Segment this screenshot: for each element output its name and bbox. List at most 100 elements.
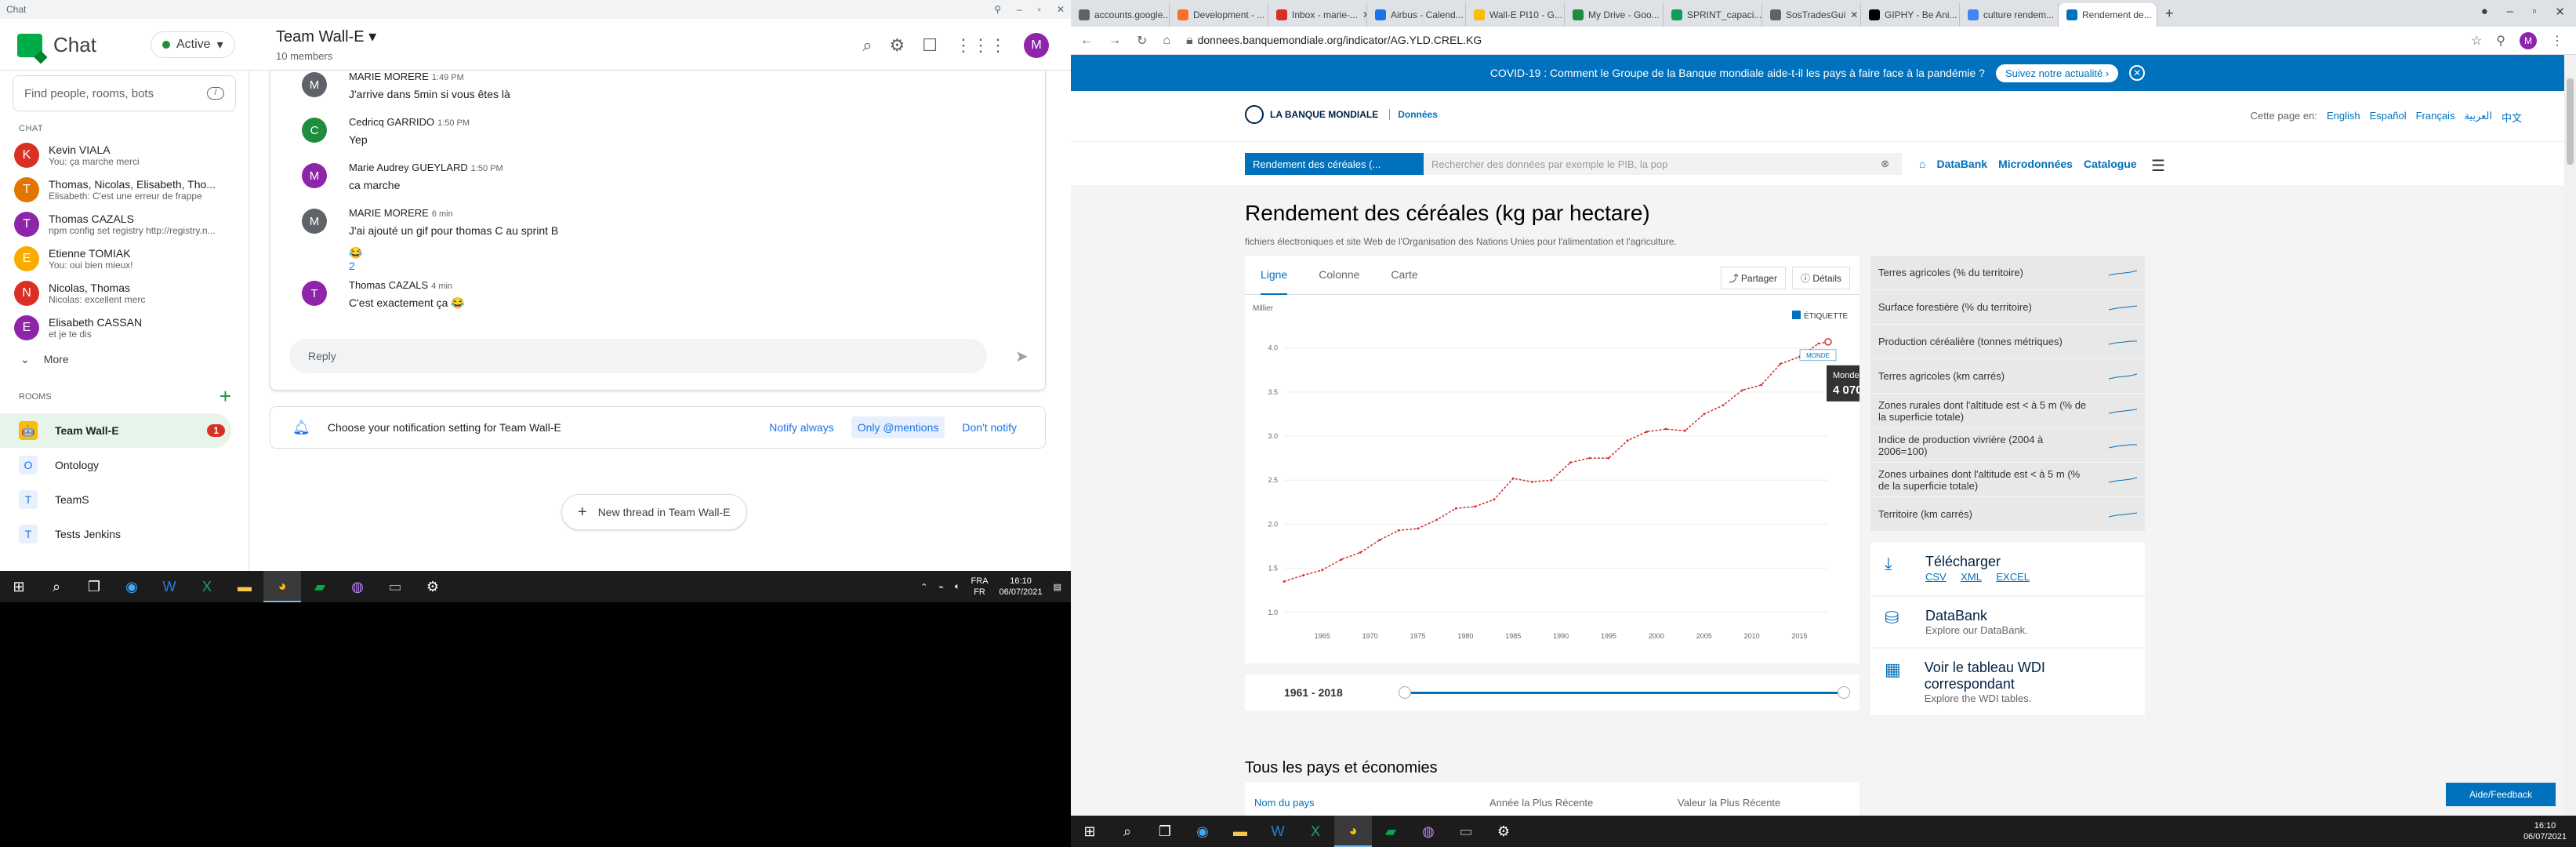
clock-right[interactable]: 16:10 06/07/2021	[2523, 820, 2567, 842]
share-button[interactable]: ⤴ Partager	[1720, 267, 1786, 289]
notification-center-icon[interactable]: ▤	[1054, 582, 1061, 592]
lang-chinese[interactable]: 中文	[2502, 110, 2522, 125]
scrollbar[interactable]	[2564, 55, 2576, 816]
tab-carte[interactable]: Carte	[1391, 268, 1417, 294]
browser-tab[interactable]: SPRINT_capaci...✕	[1664, 3, 1762, 27]
indicator-selector[interactable]: Rendement des céréales (...	[1245, 153, 1424, 175]
col-country[interactable]: Nom du pays	[1254, 797, 1435, 809]
related-indicator[interactable]: Territoire (km carrés)	[1870, 497, 2145, 532]
chat-app-icon[interactable]: ▰	[1372, 816, 1410, 847]
reload-icon[interactable]: ↻	[1137, 33, 1147, 49]
chrome-icon[interactable]: ◕	[1334, 816, 1372, 847]
add-room-icon[interactable]: +	[220, 384, 231, 409]
task-view-icon[interactable]: ❐	[75, 571, 113, 602]
gear-icon[interactable]: ⚙	[890, 35, 905, 56]
browser-tab[interactable]: culture rendem...✕	[1960, 3, 2059, 27]
covid-cta-button[interactable]: Suivez notre actualité ›	[1995, 64, 2119, 82]
extension-icon[interactable]: ⚲	[994, 4, 1001, 15]
browser-tab[interactable]: Development - ...✕	[1170, 3, 1268, 27]
browser-tab[interactable]: Airbus - Calend...✕	[1367, 3, 1466, 27]
dm-item[interactable]: E Etienne TOMIAK You: oui bien mieux!	[0, 242, 249, 276]
related-indicator[interactable]: Terres agricoles (% du territoire)	[1870, 256, 2145, 290]
file-explorer-icon[interactable]: ▬	[1221, 816, 1259, 847]
cereal-yield-chart[interactable]: Millier 1.0 1.5 2.0 2.5 3.0 3.5 4.0 1965 1970 1975…	[1245, 295, 1859, 663]
app-icon[interactable]: ▭	[1447, 816, 1485, 847]
details-button[interactable]: ⓘ Détails	[1791, 267, 1850, 289]
forward-icon[interactable]: →	[1108, 34, 1121, 48]
home-icon[interactable]: ⌂	[1919, 158, 1925, 170]
close-icon[interactable]: ✕	[1057, 4, 1065, 15]
wb-logo[interactable]: LA BANQUE MONDIALE Données	[1245, 105, 1438, 124]
browser-avatar[interactable]: M	[2520, 31, 2537, 49]
related-indicator[interactable]: Production céréalière (tonnes métriques)	[1870, 325, 2145, 359]
feedback-icon[interactable]: ☐	[922, 35, 938, 56]
nav-microdonnees[interactable]: Microdonnées	[1998, 158, 2073, 170]
lang-arabic[interactable]: العربية	[2464, 110, 2492, 125]
close-icon[interactable]: ✕	[2555, 5, 2565, 19]
nav-databank[interactable]: DataBank	[1936, 158, 1987, 170]
word-icon[interactable]: W	[151, 571, 188, 602]
browser-tab[interactable]: Inbox - marie-...✕	[1268, 3, 1367, 27]
send-icon[interactable]: ➤	[1015, 347, 1029, 366]
minimize-icon[interactable]: –	[1017, 4, 1022, 15]
search-icon[interactable]: ⌕	[38, 571, 75, 602]
settings-icon[interactable]: ⚙	[1485, 816, 1522, 847]
search-icon[interactable]: ⌕	[862, 35, 872, 56]
room-item[interactable]: O Ontology	[0, 448, 249, 482]
new-thread-button[interactable]: + New thread in Team Wall-E	[561, 494, 747, 530]
room-title[interactable]: Team Wall-E ▾	[276, 27, 376, 46]
databank-card[interactable]: ⛁ DataBank Explore our DataBank.	[1870, 597, 2145, 647]
data-search-input[interactable]: Rechercher des données par exemple le PI…	[1424, 153, 1902, 175]
github-icon[interactable]: ◍	[339, 571, 376, 602]
new-tab-icon[interactable]: +	[2157, 5, 2182, 27]
github-icon[interactable]: ◍	[1410, 816, 1447, 847]
app-icon[interactable]: ▭	[376, 571, 414, 602]
tray-up-icon[interactable]: ⌃	[920, 582, 927, 592]
dm-item[interactable]: T Thomas, Nicolas, Elisabeth, Tho... Elisa…	[0, 173, 249, 207]
related-indicator[interactable]: Zones rurales dont l'altitude est < à 5 …	[1870, 394, 2145, 428]
account-avatar[interactable]: M	[1024, 33, 1049, 58]
clear-icon[interactable]: ⊗	[1881, 158, 1889, 170]
edge-icon[interactable]: ◉	[1184, 816, 1221, 847]
chrome-icon[interactable]: ◕	[263, 571, 301, 602]
close-banner-icon[interactable]: ✕	[2129, 65, 2146, 81]
star-icon[interactable]: ☆	[2471, 33, 2482, 49]
windows-start-icon[interactable]: ⊞	[1071, 816, 1108, 847]
home-icon[interactable]: ⌂	[1163, 34, 1170, 48]
room-item[interactable]: T TeamS	[0, 482, 249, 517]
edge-icon[interactable]: ◉	[113, 571, 151, 602]
reply-input[interactable]: Reply	[289, 339, 987, 373]
lang-francais[interactable]: Français	[2416, 110, 2455, 125]
chat-app-icon[interactable]: ▰	[301, 571, 339, 602]
more-button[interactable]: ⌄ More	[0, 345, 249, 373]
col-value[interactable]: Valeur la Plus Récente	[1678, 797, 1780, 809]
only-mentions-button[interactable]: Only @mentions	[851, 416, 945, 438]
tab-colonne[interactable]: Colonne	[1319, 268, 1359, 294]
language-indicator[interactable]: FRA FR	[971, 576, 989, 598]
download-xml[interactable]: XML	[1961, 571, 1982, 583]
extensions-icon[interactable]: ⚲	[2496, 33, 2505, 49]
download-csv[interactable]: CSV	[1925, 571, 1947, 583]
browser-tab[interactable]: SosTradesGui ✕	[1762, 3, 1861, 27]
tab-ligne[interactable]: Ligne	[1261, 268, 1288, 295]
hamburger-menu-icon[interactable]: ☰	[2151, 156, 2165, 176]
help-feedback-button[interactable]: Aide/Feedback	[2445, 783, 2556, 806]
related-indicator[interactable]: Terres agricoles (km carrés)	[1870, 359, 2145, 394]
range-end-handle[interactable]	[1838, 686, 1850, 699]
excel-icon[interactable]: X	[1297, 816, 1334, 847]
notify-always-button[interactable]: Notify always	[763, 416, 840, 438]
tab-close-icon[interactable]: ✕	[1850, 9, 1858, 20]
dm-item[interactable]: E Elisabeth CASSAN et je te dis	[0, 311, 249, 345]
scrollbar-thumb[interactable]	[2567, 78, 2574, 165]
search-icon[interactable]: ⌕	[1108, 816, 1146, 847]
room-item[interactable]: T Tests Jenkins	[0, 517, 249, 551]
windows-start-icon[interactable]: ⊞	[0, 571, 38, 602]
related-indicator[interactable]: Zones urbaines dont l'altitude est < à 5…	[1870, 463, 2145, 497]
back-icon[interactable]: ←	[1080, 34, 1093, 48]
search-input[interactable]: Find people, rooms, bots /	[13, 75, 236, 111]
task-view-icon[interactable]: ❐	[1146, 816, 1184, 847]
file-explorer-icon[interactable]: ▬	[226, 571, 263, 602]
browser-tab[interactable]: My Drive - Goo...✕	[1565, 3, 1664, 27]
browser-tab[interactable]: Rendement de...✕	[2059, 3, 2157, 27]
download-excel[interactable]: EXCEL	[1996, 571, 2030, 583]
